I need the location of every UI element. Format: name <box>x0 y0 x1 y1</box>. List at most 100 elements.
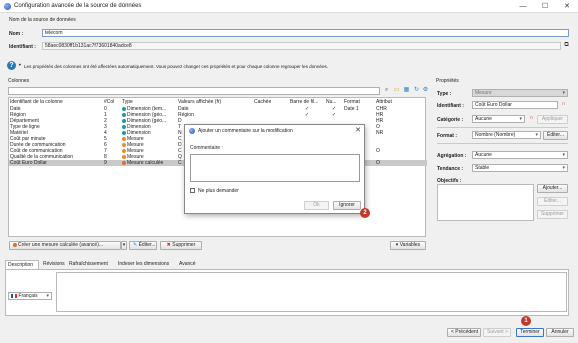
aggregation-select[interactable]: Aucune ▾ <box>472 151 568 159</box>
app-icon <box>4 3 11 10</box>
create-measure-dropdown[interactable]: ▾ <box>121 241 127 250</box>
flag-fr-icon <box>11 293 17 298</box>
format-select[interactable]: Nombre (Nombre) ▾ <box>472 131 541 139</box>
measure-icon <box>122 148 126 153</box>
category-value: Aucune <box>475 116 492 122</box>
column-header[interactable]: Attribut <box>375 98 427 106</box>
description-textarea[interactable] <box>56 272 567 312</box>
create-measure-button[interactable]: Créer une mesure calculée (avancé)... <box>9 241 121 250</box>
ignore-button[interactable]: Ignorer <box>333 201 361 210</box>
maximize-button[interactable]: ☐ <box>540 2 550 11</box>
trend-value: Stable <box>475 165 490 171</box>
grid-icon[interactable]: ▦ <box>403 87 410 94</box>
edit-icon: ✎ <box>133 242 138 248</box>
column-header[interactable]: Cachée <box>253 98 289 106</box>
next-button[interactable]: Suivant > <box>483 328 511 337</box>
create-measure-label: Créer une mesure calculée (avancé)... <box>18 242 104 248</box>
category-select[interactable]: Aucune ▾ <box>472 115 525 123</box>
add-objective-button[interactable]: Ajouter... <box>537 184 568 193</box>
chevron-down-icon: ▾ <box>519 116 522 122</box>
finish-button[interactable]: Terminer <box>516 328 544 337</box>
identifier-label: Identifiant : <box>437 103 464 109</box>
measure-icon <box>122 136 126 141</box>
properties-title: Propriétés <box>436 78 459 84</box>
delete-label: Supprimer <box>172 242 196 248</box>
measure-icon <box>13 242 17 247</box>
type-select: Mesure ▾ <box>472 89 568 97</box>
minimize-button[interactable]: — <box>518 2 528 11</box>
measure-icon <box>122 160 126 165</box>
id-field: 58aec0830ff1b131ac7f73601840adce8 <box>42 42 561 50</box>
format-label: Format : <box>437 133 457 139</box>
comment-textarea[interactable] <box>190 154 360 182</box>
column-header[interactable]: Identifiant de la colonne <box>9 98 103 106</box>
measure-icon <box>122 142 126 147</box>
name-input[interactable]: telecom <box>42 29 569 37</box>
delete-button[interactable]: ✖ Supprimer <box>160 241 202 250</box>
column-header[interactable]: #Col <box>103 98 121 106</box>
language-label: Français <box>18 293 38 299</box>
dont-ask-checkbox[interactable] <box>190 188 195 193</box>
column-search-input[interactable] <box>8 87 380 95</box>
format-edit-button[interactable]: Éditer... <box>543 131 568 140</box>
name-label: Nom : <box>9 31 24 37</box>
variables-button[interactable]: ▾ Variables <box>390 241 426 250</box>
magnet-icon[interactable]: ∩ <box>560 101 567 108</box>
measure-icon <box>122 154 126 159</box>
dialog-title: Ajouter un commentaire sur la modificati… <box>198 128 293 134</box>
dont-ask-label: Ne plus demander <box>198 188 239 194</box>
table-header-row: Identifiant de la colonne #Col Type Valeurs… <box>9 98 427 106</box>
folder-icon[interactable]: ▭ <box>393 87 400 94</box>
close-button[interactable]: ✕ <box>562 2 572 11</box>
dialog-close-button[interactable]: ✕ <box>353 126 363 135</box>
column-type-label: Mesure calculée <box>127 160 164 166</box>
objectives-list[interactable] <box>437 184 534 221</box>
column-header[interactable]: Valeurs affichée (fr) <box>177 98 253 106</box>
column-header[interactable]: Format <box>343 98 375 106</box>
type-value: Mesure <box>475 90 492 96</box>
chevron-right-icon[interactable]: ▼ <box>18 63 22 67</box>
aggregation-value: Aucune <box>475 152 492 158</box>
source-section-label: Nom de la source de données <box>9 17 76 23</box>
settings-icon[interactable]: ⚙ <box>422 87 429 94</box>
attribute-cell: O <box>375 160 427 166</box>
column-header[interactable]: Type <box>121 98 177 106</box>
separator <box>437 127 568 128</box>
identifier-input[interactable]: Coût Euro Dollar <box>472 101 558 109</box>
trend-select[interactable]: Stable ▾ <box>472 164 568 172</box>
column-header[interactable]: Nu... <box>325 98 343 106</box>
tab-index-dimensions[interactable]: Indexer les dimensions <box>116 260 171 269</box>
tab-description[interactable]: Description <box>5 260 39 269</box>
comment-label: Commentaire : <box>190 145 223 151</box>
dimension-icon <box>122 106 126 111</box>
tab-revisions[interactable]: Révisions <box>41 260 67 269</box>
apply-button[interactable]: Appliquer <box>537 115 568 124</box>
edit-button[interactable]: ✎ Éditer... <box>129 241 157 250</box>
magnet-icon[interactable]: ∩ <box>528 115 535 122</box>
app-icon <box>189 128 195 134</box>
previous-button[interactable]: < Précédent <box>447 328 481 337</box>
column-type-cell: Mesure calculée <box>121 160 177 166</box>
language-select[interactable]: Français ▾ <box>8 292 52 300</box>
id-label: Identifiant : <box>9 44 36 50</box>
column-header[interactable]: Barre de fil... <box>289 98 325 106</box>
refresh-icon[interactable]: ↻ <box>413 87 420 94</box>
format-value: Nombre (Nombre) <box>475 132 516 138</box>
separator <box>437 143 568 144</box>
chevron-down-icon: ▾ <box>562 90 565 96</box>
delete-objective-button[interactable]: Supprimer <box>537 210 568 219</box>
ok-button[interactable]: Ok <box>304 201 329 210</box>
help-icon[interactable]: ? <box>7 61 16 70</box>
tab-advanced[interactable]: Avancé <box>177 260 198 269</box>
search-icon[interactable]: ⌕ <box>383 87 390 94</box>
dimension-icon <box>122 124 126 129</box>
cancel-button[interactable]: Annuler <box>546 328 574 337</box>
chevron-down-icon: ▾ <box>395 242 399 248</box>
category-label: Catégorie : <box>437 117 464 123</box>
copy-icon[interactable]: ⧉ <box>563 42 570 49</box>
dimension-icon <box>122 130 126 135</box>
step-2-badge: 2 <box>360 208 370 218</box>
edit-objective-button[interactable]: Éditer... <box>537 197 568 206</box>
tab-refresh[interactable]: Rafraîchissement <box>67 260 110 269</box>
title-bar: Configuration avancée de la source de do… <box>0 0 578 13</box>
